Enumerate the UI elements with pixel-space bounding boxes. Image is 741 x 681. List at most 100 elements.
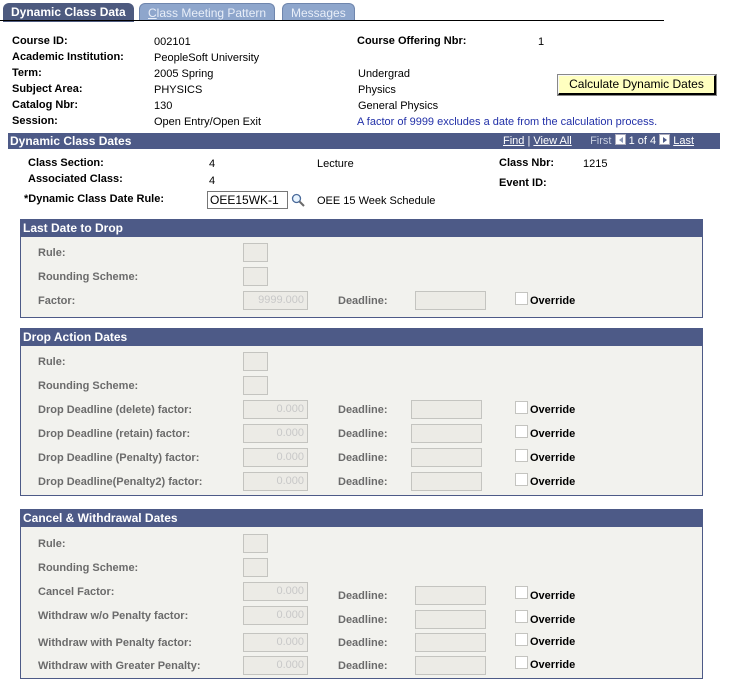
drop-action-dates-group: Drop Action Dates Rule: Rounding Scheme:…	[20, 328, 703, 496]
cwd-rounding-label: Rounding Scheme:	[38, 562, 139, 574]
session-label: Session:	[12, 115, 58, 127]
course-id-value: 002101	[154, 36, 191, 48]
cwd-factor-field[interactable]: 0.000	[243, 606, 308, 625]
cwd-deadline-field[interactable]	[415, 586, 486, 605]
scroll-nav: Find | View All First 1 of 4 Last	[503, 134, 694, 147]
class-nbr-value: 1215	[583, 158, 608, 170]
session-value: Open Entry/Open Exit	[154, 116, 261, 128]
row-position: 1 of 4	[628, 135, 657, 147]
ldd-rule-field[interactable]	[243, 243, 268, 262]
dad-deadline-field[interactable]	[411, 472, 482, 491]
associated-class-label: Associated Class:	[28, 173, 123, 185]
ldd-rounding-label: Rounding Scheme:	[38, 271, 139, 283]
cwd-deadline-field[interactable]	[415, 656, 486, 675]
dad-row-label: Drop Deadline (Penalty) factor:	[38, 452, 200, 464]
cwd-factor-field[interactable]: 0.000	[243, 582, 308, 601]
course-id-label: Course ID:	[12, 35, 68, 47]
tab-divider	[0, 20, 664, 21]
cwd-row-label: Withdraw with Penalty factor:	[38, 637, 192, 649]
dad-override-checkbox[interactable]	[515, 449, 528, 462]
dad-rule-field[interactable]	[243, 352, 268, 371]
term-label: Term:	[12, 67, 42, 79]
cwd-deadline-label: Deadline:	[338, 660, 388, 672]
cwd-deadline-field[interactable]	[415, 610, 486, 629]
date-rule-label: *Dynamic Class Date Rule:	[24, 193, 164, 205]
cancel-withdrawal-dates-group: Cancel & Withdrawal Dates Rule: Rounding…	[20, 509, 703, 679]
ldd-override-checkbox[interactable]	[515, 292, 528, 305]
cwd-override-checkbox[interactable]	[515, 633, 528, 646]
academic-institution-label: Academic Institution:	[12, 51, 124, 63]
cwd-row-label: Withdraw w/o Penalty factor:	[38, 610, 189, 622]
cwd-override-checkbox[interactable]	[515, 586, 528, 599]
drop-action-dates-title: Drop Action Dates	[21, 329, 702, 346]
career-desc: Undergrad	[358, 68, 410, 80]
course-offering-nbr-label: Course Offering Nbr:	[357, 35, 467, 47]
last-date-to-drop-title: Last Date to Drop	[21, 220, 702, 237]
dad-deadline-label: Deadline:	[338, 404, 388, 416]
dad-factor-field[interactable]: 0.000	[243, 472, 308, 491]
cwd-override-checkbox[interactable]	[515, 610, 528, 623]
tab-class-meeting-pattern[interactable]: Class Meeting Pattern	[139, 3, 276, 21]
dad-override-checkbox[interactable]	[515, 473, 528, 486]
dad-rounding-field[interactable]	[243, 376, 268, 395]
dad-row-label: Drop Deadline(Penalty2) factor:	[38, 476, 203, 488]
dad-override-label: Override	[530, 404, 576, 416]
last-link[interactable]: Last	[673, 135, 694, 147]
cwd-override-label: Override	[530, 636, 576, 648]
associated-class-value: 4	[209, 175, 216, 187]
dad-deadline-field[interactable]	[411, 400, 482, 419]
dad-deadline-label: Deadline:	[338, 476, 388, 488]
dad-factor-field[interactable]: 0.000	[243, 448, 308, 467]
class-section-label: Class Section:	[28, 157, 104, 169]
cwd-override-label: Override	[530, 590, 576, 602]
cwd-deadline-label: Deadline:	[338, 637, 388, 649]
dad-override-label: Override	[530, 452, 576, 464]
ldd-factor-label: Factor:	[38, 295, 76, 307]
dad-deadline-field[interactable]	[411, 448, 482, 467]
ldd-deadline-field[interactable]	[415, 291, 486, 310]
cwd-override-label: Override	[530, 659, 576, 671]
nav-separator: |	[527, 135, 531, 147]
dad-override-checkbox[interactable]	[515, 425, 528, 438]
cwd-deadline-field[interactable]	[415, 633, 486, 652]
subject-area-desc: Physics	[358, 84, 396, 96]
cwd-override-checkbox[interactable]	[515, 656, 528, 669]
academic-institution-value: PeopleSoft University	[154, 52, 260, 64]
ldd-rule-label: Rule:	[38, 247, 66, 259]
course-offering-nbr-value: 1	[538, 36, 545, 48]
ldd-override-label: Override	[530, 295, 576, 307]
cancel-withdrawal-dates-title: Cancel & Withdrawal Dates	[21, 510, 702, 527]
dad-rule-label: Rule:	[38, 356, 66, 368]
tab-messages[interactable]: Messages	[282, 3, 355, 21]
event-id-label: Event ID:	[499, 177, 547, 189]
find-link[interactable]: Find	[503, 135, 524, 147]
dad-override-label: Override	[530, 428, 576, 440]
date-rule-input[interactable]	[207, 191, 288, 209]
cwd-rounding-field[interactable]	[243, 558, 268, 577]
dad-override-label: Override	[530, 476, 576, 488]
term-value: 2005 Spring	[154, 68, 214, 80]
date-rule-desc: OEE 15 Week Schedule	[317, 195, 436, 207]
calculate-dynamic-dates-button[interactable]: Calculate Dynamic Dates	[557, 74, 717, 96]
dad-deadline-field[interactable]	[411, 424, 482, 443]
ldd-deadline-label: Deadline:	[338, 295, 388, 307]
catalog-nbr-value: 130	[154, 100, 173, 112]
next-icon[interactable]	[659, 134, 671, 145]
ldd-factor-field[interactable]: 9999.000	[243, 291, 308, 310]
class-nbr-label: Class Nbr:	[499, 157, 555, 169]
first-label: First	[590, 135, 612, 147]
dad-override-checkbox[interactable]	[515, 401, 528, 414]
cwd-factor-field[interactable]: 0.000	[243, 633, 308, 652]
ldd-rounding-field[interactable]	[243, 267, 268, 286]
view-all-link[interactable]: View All	[533, 135, 571, 147]
dynamic-class-dates-title: Dynamic Class Dates	[10, 134, 132, 148]
lookup-icon[interactable]	[291, 193, 305, 207]
dad-factor-field[interactable]: 0.000	[243, 424, 308, 443]
cwd-rule-field[interactable]	[243, 534, 268, 553]
cwd-factor-field[interactable]: 0.000	[243, 656, 308, 675]
dad-factor-field[interactable]: 0.000	[243, 400, 308, 419]
previous-icon[interactable]	[614, 134, 626, 145]
cwd-deadline-label: Deadline:	[338, 590, 388, 602]
dad-row-label: Drop Deadline (delete) factor:	[38, 404, 193, 416]
component-value: Lecture	[317, 158, 354, 170]
